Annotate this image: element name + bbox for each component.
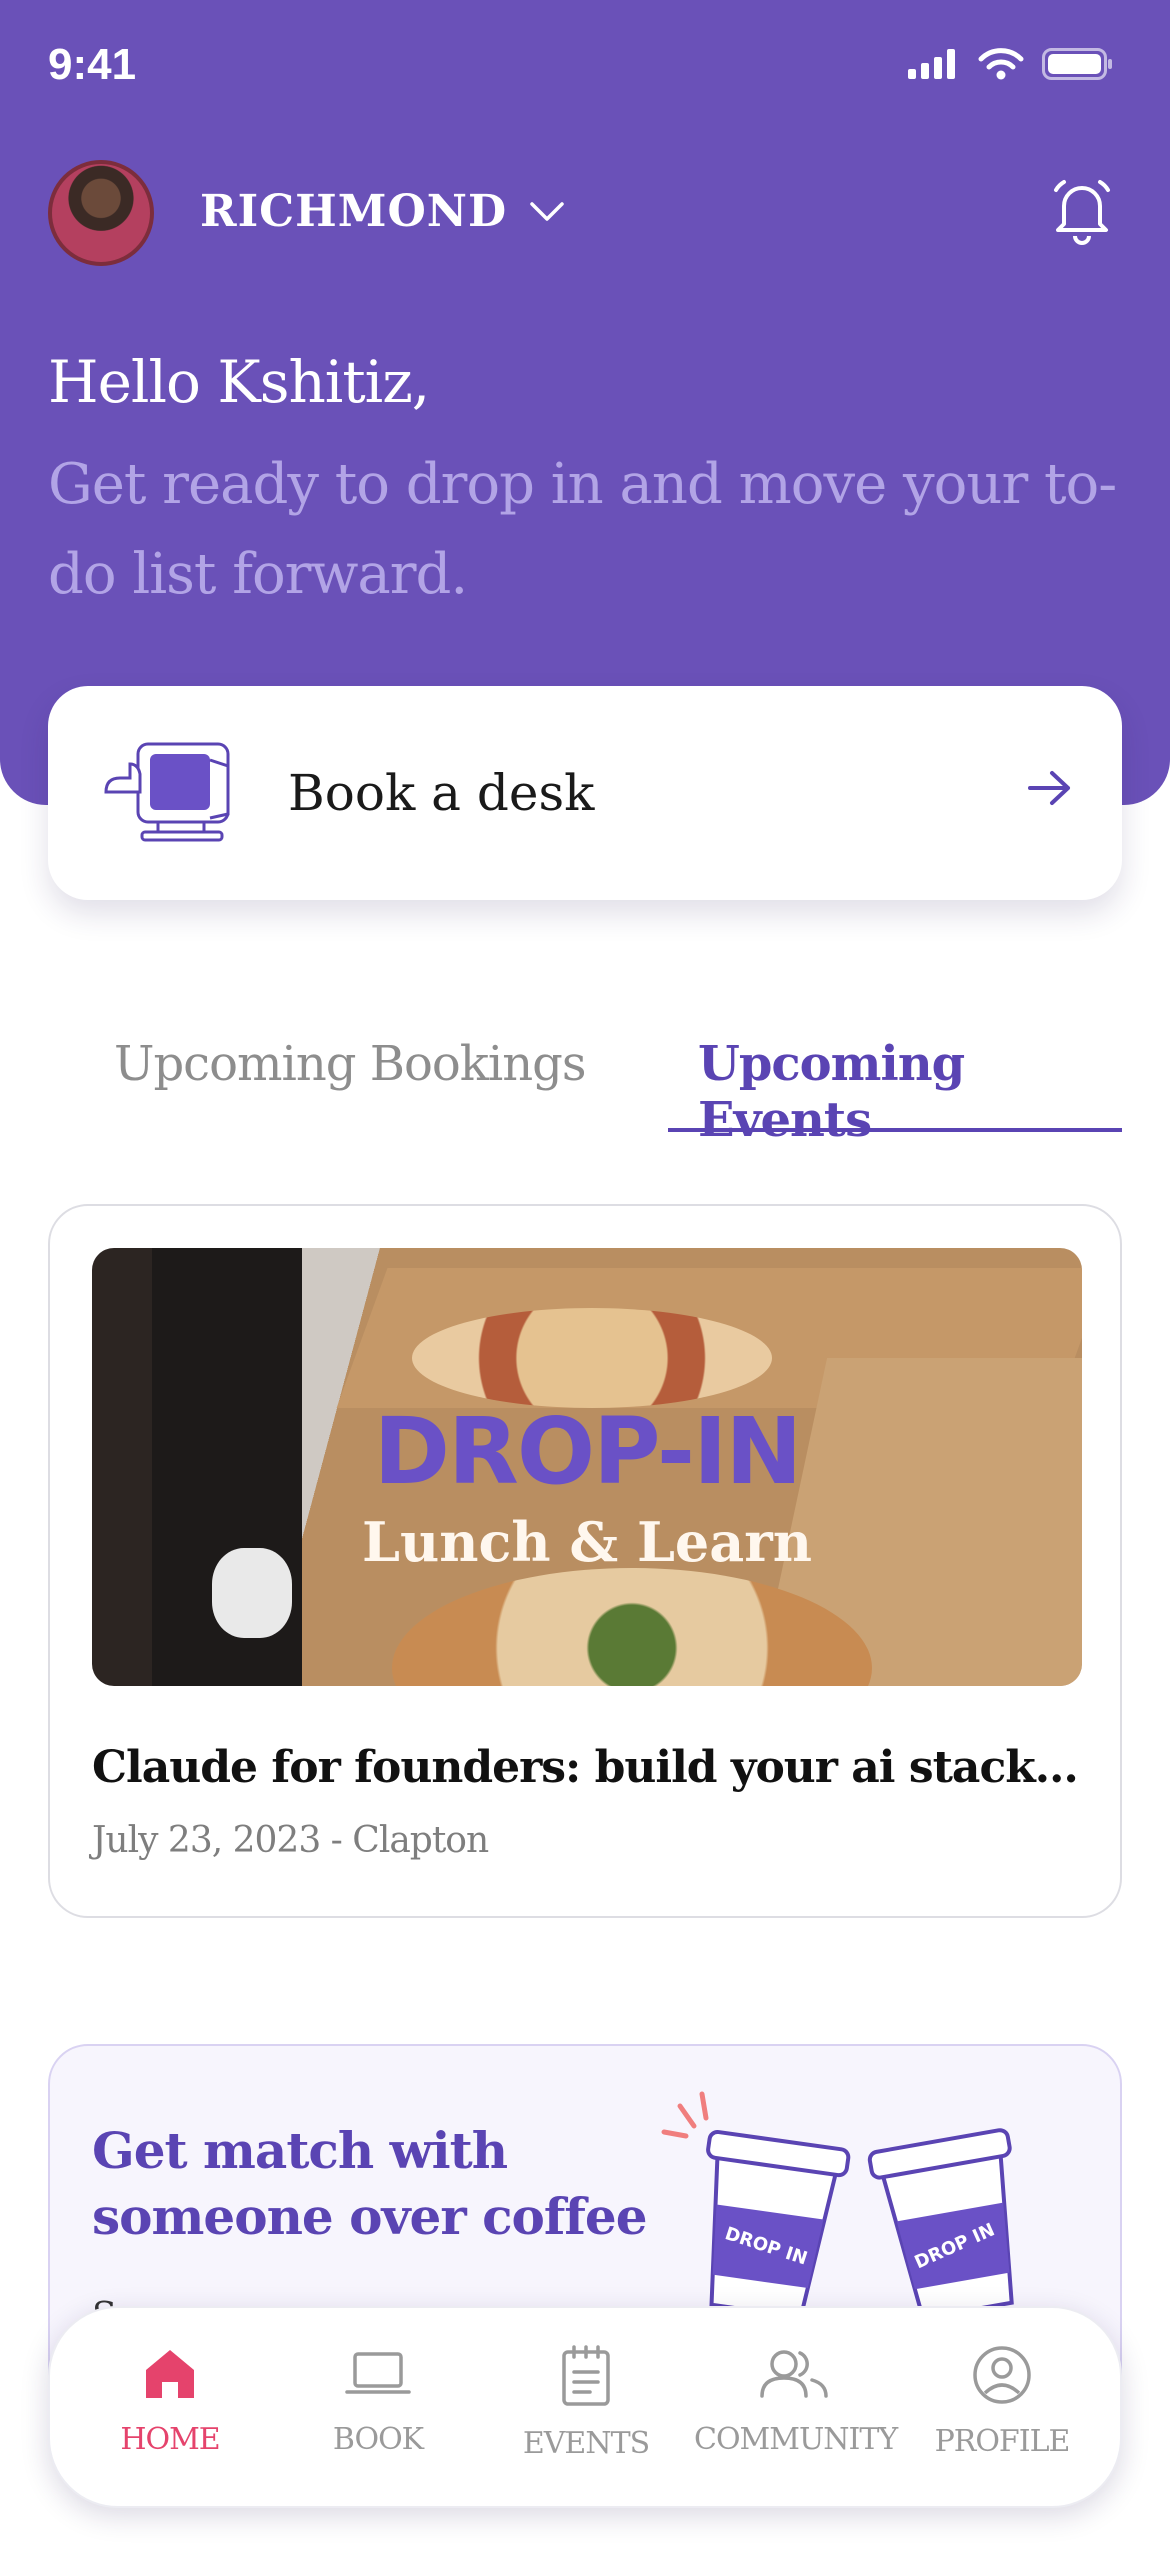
profile-icon xyxy=(973,2346,1031,2404)
active-tab-indicator xyxy=(668,1128,1122,1132)
notepad-icon xyxy=(562,2345,610,2406)
chevron-down-icon xyxy=(530,201,564,221)
event-image: DROP-IN Lunch & Learn xyxy=(92,1248,1082,1686)
location-label: RICHMOND xyxy=(200,186,508,237)
nav-home[interactable]: HOME xyxy=(70,2344,270,2457)
notifications-button[interactable] xyxy=(1050,176,1114,250)
avatar[interactable] xyxy=(48,160,154,266)
arrow-right-icon xyxy=(1028,771,1070,805)
bell-icon xyxy=(1054,180,1110,245)
event-image-subtitle: Lunch & Learn xyxy=(361,1510,812,1574)
nav-profile-label: PROFILE xyxy=(934,2424,1071,2459)
nav-home-label: HOME xyxy=(120,2422,220,2457)
tab-upcoming-bookings[interactable]: Upcoming Bookings xyxy=(114,1036,587,1092)
battery-icon xyxy=(1042,48,1112,80)
greeting: Hello Kshitiz, xyxy=(48,348,430,416)
nav-profile[interactable]: PROFILE xyxy=(902,2344,1102,2459)
computer-illustration-icon xyxy=(104,742,230,842)
event-image-title: DROP-IN xyxy=(373,1398,803,1505)
event-meta: July 23, 2023 - Clapton xyxy=(92,1820,489,1861)
laptop-icon xyxy=(345,2352,411,2394)
event-card[interactable]: DROP-IN Lunch & Learn Claude for founder… xyxy=(48,1204,1122,1918)
nav-community-label: COMMUNITY xyxy=(694,2422,898,2457)
wifi-icon xyxy=(978,48,1024,80)
nav-book[interactable]: BOOK xyxy=(278,2344,478,2457)
users-icon xyxy=(760,2350,828,2398)
coffee-match-title: Get match with someone over coffee xyxy=(92,2121,648,2246)
event-title: Claude for founders: build your ai stack… xyxy=(92,1742,1092,1793)
nav-events-label: EVENTS xyxy=(522,2426,650,2461)
status-icons xyxy=(908,48,1114,80)
nav-events[interactable]: EVENTS xyxy=(486,2344,686,2461)
location-selector[interactable]: RICHMOND xyxy=(200,186,565,237)
book-desk-card[interactable]: Book a desk xyxy=(48,686,1122,900)
greeting-subtitle: Get ready to drop in and move your to-do… xyxy=(48,452,1117,607)
book-desk-label: Book a desk xyxy=(288,764,595,822)
header-hero: 9:41 RICHMOND Hello Kshitiz, Get ready t… xyxy=(0,0,1170,805)
coffee-cups-illustration-icon: DROP IN DROP IN xyxy=(661,2091,1014,2312)
home-icon xyxy=(146,2350,194,2398)
status-time: 9:41 xyxy=(48,40,137,89)
signal-icon xyxy=(908,49,955,79)
nav-community[interactable]: COMMUNITY xyxy=(694,2344,898,2457)
tabs: Upcoming Bookings Upcoming Events xyxy=(48,1020,1122,1148)
nav-book-label: BOOK xyxy=(332,2422,424,2457)
bottom-nav: HOME BOOK EVENTS COMMUNITY PROFILE xyxy=(48,2306,1122,2508)
